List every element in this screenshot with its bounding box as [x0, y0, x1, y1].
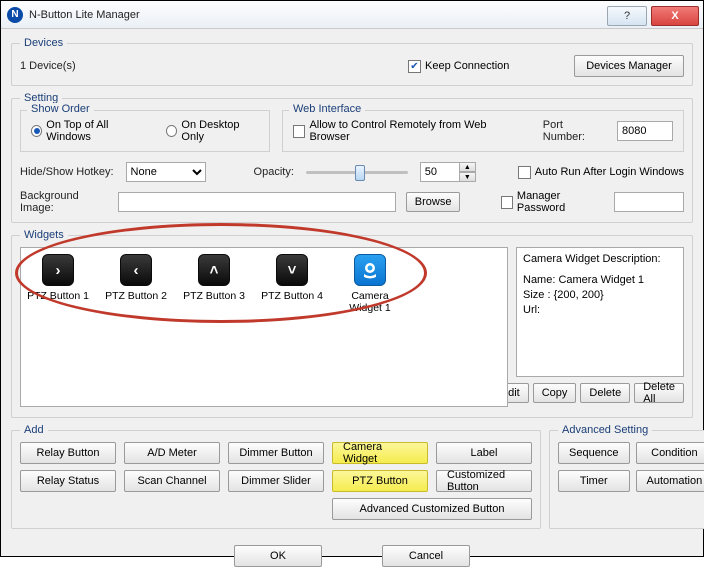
cancel-button[interactable]: Cancel — [382, 545, 470, 567]
copy-button[interactable]: Copy — [533, 383, 577, 403]
widgets-group: Widgets › PTZ Button 1 ‹ PTZ Button 2 — [11, 229, 693, 418]
allow-remote-label: Allow to Control Remotely from Web Brows… — [309, 119, 518, 143]
setting-group: Setting Show Order On Top of All Windows… — [11, 92, 693, 223]
close-button[interactable]: X — [651, 6, 699, 26]
checkbox-icon — [501, 196, 513, 209]
hotkey-select[interactable]: None — [126, 162, 206, 182]
advanced-legend: Advanced Setting — [558, 424, 652, 436]
widget-label: Camera Widget 1 — [339, 290, 401, 314]
allow-remote-checkbox[interactable]: Allow to Control Remotely from Web Brows… — [293, 119, 519, 143]
add-ad-meter-button[interactable]: A/D Meter — [124, 442, 220, 464]
widgets-legend: Widgets — [20, 229, 68, 241]
widget-label: PTZ Button 4 — [261, 290, 323, 302]
titlebar: N N-Button Lite Manager ? X — [1, 1, 703, 29]
manager-password-input[interactable] — [614, 192, 684, 212]
desc-title: Camera Widget Description: — [523, 252, 677, 267]
checkbox-icon — [518, 166, 531, 179]
browse-button[interactable]: Browse — [406, 192, 461, 212]
ptz-left-icon: ‹ — [120, 254, 152, 286]
add-relay-button[interactable]: Relay Button — [20, 442, 116, 464]
desc-name: Name: Camera Widget 1 — [523, 273, 677, 288]
advanced-setting-group: Advanced Setting Sequence Condition Time… — [549, 424, 704, 529]
delete-button[interactable]: Delete — [580, 383, 630, 403]
window-title: N-Button Lite Manager — [29, 9, 607, 21]
devices-manager-button[interactable]: Devices Manager — [574, 55, 684, 77]
help-icon: ? — [624, 10, 630, 22]
keep-connection-label: Keep Connection — [425, 60, 509, 72]
widget-label: PTZ Button 1 — [27, 290, 89, 302]
ptz-right-icon: › — [42, 254, 74, 286]
widget-item-camera[interactable]: Camera Widget 1 — [339, 254, 401, 314]
add-relay-status-button[interactable]: Relay Status — [20, 470, 116, 492]
device-count: 1 Device(s) — [20, 60, 400, 72]
app-logo-icon: N — [7, 7, 23, 23]
hotkey-label: Hide/Show Hotkey: — [20, 166, 114, 178]
widget-item-ptz4[interactable]: ˅ PTZ Button 4 — [261, 254, 323, 314]
widget-item-ptz3[interactable]: ˄ PTZ Button 3 — [183, 254, 245, 314]
spin-up-icon[interactable]: ▲ — [460, 162, 476, 172]
spin-down-icon[interactable]: ▼ — [460, 172, 476, 182]
manager-password-checkbox[interactable]: Manager Password — [501, 190, 604, 214]
add-customized-button[interactable]: Customized Button — [436, 470, 532, 492]
web-interface-legend: Web Interface — [289, 103, 365, 115]
add-advanced-customized-button[interactable]: Advanced Customized Button — [332, 498, 532, 520]
add-ptz-button[interactable]: PTZ Button — [332, 470, 428, 492]
camera-icon — [354, 254, 386, 286]
close-icon: X — [671, 10, 678, 22]
radio-on-desktop-label: On Desktop Only — [181, 119, 259, 143]
widget-label: PTZ Button 2 — [105, 290, 167, 302]
add-legend: Add — [20, 424, 48, 436]
opacity-value-input[interactable] — [420, 162, 460, 182]
checkbox-check-icon: ✔ — [408, 60, 421, 73]
widget-label: PTZ Button 3 — [183, 290, 245, 302]
keep-connection-checkbox[interactable]: ✔ Keep Connection — [408, 60, 509, 73]
autorun-label: Auto Run After Login Windows — [535, 166, 684, 178]
radio-on-desktop[interactable]: On Desktop Only — [166, 119, 259, 143]
ptz-up-icon: ˄ — [198, 254, 230, 286]
port-number-label: Port Number: — [543, 119, 605, 143]
sequence-button[interactable]: Sequence — [558, 442, 630, 464]
devices-group: Devices 1 Device(s) ✔ Keep Connection De… — [11, 37, 693, 86]
devices-legend: Devices — [20, 37, 67, 49]
desc-size: Size : {200, 200} — [523, 288, 677, 303]
add-group: Add Relay Button A/D Meter Dimmer Button… — [11, 424, 541, 529]
desc-url: Url: — [523, 303, 677, 318]
delete-all-button[interactable]: Delete All — [634, 383, 684, 403]
timer-button[interactable]: Timer — [558, 470, 630, 492]
add-camera-widget-button[interactable]: Camera Widget — [332, 442, 428, 464]
show-order-legend: Show Order — [27, 103, 94, 115]
bg-image-input[interactable] — [118, 192, 396, 212]
widget-description-box: Camera Widget Description: Name: Camera … — [516, 247, 684, 377]
add-label-button[interactable]: Label — [436, 442, 532, 464]
condition-button[interactable]: Condition — [636, 442, 704, 464]
radio-on-top-label: On Top of All Windows — [46, 119, 148, 143]
ptz-down-icon: ˅ — [276, 254, 308, 286]
autorun-checkbox[interactable]: Auto Run After Login Windows — [518, 166, 684, 179]
widget-item-ptz1[interactable]: › PTZ Button 1 — [27, 254, 89, 314]
app-window: N N-Button Lite Manager ? X Devices 1 De… — [0, 0, 704, 557]
add-dimmer-slider-button[interactable]: Dimmer Slider — [228, 470, 324, 492]
opacity-label: Opacity: — [254, 166, 294, 178]
slider-thumb-icon — [355, 165, 365, 181]
ok-button[interactable]: OK — [234, 545, 322, 567]
help-button[interactable]: ? — [607, 6, 647, 26]
widgets-list[interactable]: › PTZ Button 1 ‹ PTZ Button 2 ˄ PTZ Butt… — [20, 247, 508, 407]
opacity-slider[interactable] — [306, 162, 408, 182]
manager-password-label: Manager Password — [517, 190, 604, 214]
show-order-group: Show Order On Top of All Windows On Desk… — [20, 110, 270, 152]
web-interface-group: Web Interface Allow to Control Remotely … — [282, 110, 684, 152]
add-scan-channel-button[interactable]: Scan Channel — [124, 470, 220, 492]
port-number-input[interactable] — [617, 121, 673, 141]
radio-on-top[interactable]: On Top of All Windows — [31, 119, 148, 143]
widget-item-ptz2[interactable]: ‹ PTZ Button 2 — [105, 254, 167, 314]
widget-description-panel: Camera Widget Description: Name: Camera … — [516, 247, 684, 407]
opacity-spin[interactable]: ▲▼ — [420, 162, 476, 182]
checkbox-icon — [293, 125, 305, 138]
add-dimmer-button[interactable]: Dimmer Button — [228, 442, 324, 464]
automation-button[interactable]: Automation — [636, 470, 704, 492]
bg-image-label: Background Image: — [20, 190, 108, 214]
